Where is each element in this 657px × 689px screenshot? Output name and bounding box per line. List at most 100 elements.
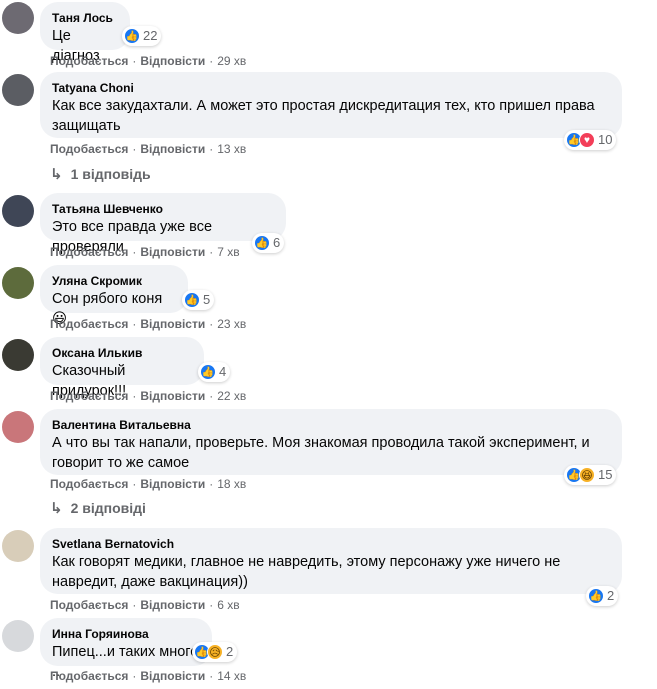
avatar[interactable] [2, 530, 34, 562]
like-link[interactable]: Подобається [50, 54, 128, 68]
timestamp[interactable]: 23 хв [217, 317, 246, 331]
comment-bubble: Инна Горяинова Пипец...и таких много .. [40, 618, 212, 680]
avatar[interactable] [2, 195, 34, 227]
separator: · [132, 389, 137, 403]
reactions-count: 10 [598, 132, 613, 147]
reply-arrow-icon: ↳ [50, 500, 63, 517]
reactions-count: 22 [143, 28, 158, 43]
comment-actions: Подобається · Відповісти · 23 хв [50, 316, 246, 332]
comment-actions: Подобається · Відповісти · 13 хв [50, 141, 246, 157]
avatar[interactable] [2, 339, 34, 371]
comment-actions: Подобається · Відповісти · 18 хв [50, 476, 246, 492]
comment-actions: Подобається · Відповісти · 29 хв [50, 53, 246, 69]
reply-link[interactable]: Відповісти [140, 669, 205, 683]
view-replies-link[interactable]: ↳ 1 відповідь [50, 165, 151, 184]
like-link[interactable]: Подобається [50, 477, 128, 491]
comment-actions: Подобається · Відповісти · 6 хв [50, 597, 240, 613]
reply-link[interactable]: Відповісти [140, 389, 205, 403]
reply-link[interactable]: Відповісти [140, 54, 205, 68]
timestamp[interactable]: 22 хв [217, 389, 246, 403]
reply-link[interactable]: Відповісти [140, 142, 205, 156]
like-link[interactable]: Подобається [50, 245, 128, 259]
separator: · [209, 317, 214, 331]
reactions-count: 5 [203, 292, 211, 307]
comment-actions: Подобається · Відповісти · 7 хв [50, 244, 240, 260]
avatar[interactable] [2, 74, 34, 106]
comment-author[interactable]: Валентина Витальевна [52, 417, 610, 433]
like-reaction-icon: 👍 [184, 292, 200, 308]
timestamp[interactable]: 18 хв [217, 477, 246, 491]
comment-bubble: Валентина Витальевна А что вы так напали… [40, 409, 622, 475]
like-reaction-icon: 👍 [254, 235, 270, 251]
like-link[interactable]: Подобається [50, 317, 128, 331]
avatar[interactable] [2, 620, 34, 652]
separator: · [132, 477, 137, 491]
like-reaction-icon: 👍 [588, 588, 604, 604]
reactions-count: 4 [219, 364, 227, 379]
comment-author[interactable]: Таня Лось [52, 10, 118, 26]
avatar[interactable] [2, 411, 34, 443]
comment-author[interactable]: Оксана Илькив [52, 345, 192, 361]
separator: · [132, 598, 137, 612]
comment-bubble: Оксана Илькив Сказочный придурок!!! [40, 337, 204, 399]
haha-reaction-icon: 😆 [579, 467, 595, 483]
reactions-summary[interactable]: 👍 😆 15 [564, 465, 617, 485]
like-link[interactable]: Подобається [50, 389, 128, 403]
comment-actions: Подобається · Відповісти · 14 хв [50, 668, 246, 684]
timestamp[interactable]: 7 хв [217, 245, 239, 259]
like-reaction-icon: 👍 [124, 28, 140, 44]
separator: · [209, 477, 214, 491]
timestamp[interactable]: 14 хв [217, 669, 246, 683]
reactions-summary[interactable]: 👍 6 [252, 233, 285, 253]
separator: · [209, 245, 214, 259]
reactions-summary[interactable]: 👍 5 [182, 290, 215, 310]
separator: · [132, 317, 137, 331]
reply-arrow-icon: ↳ [50, 166, 63, 183]
love-reaction-icon: ♥ [579, 132, 595, 148]
comment-actions: Подобається · Відповісти · 22 хв [50, 388, 246, 404]
comment-author[interactable]: Svetlana Bernatovich [52, 536, 610, 552]
like-reaction-icon: 👍 [200, 364, 216, 380]
comment-bubble: Татьяна Шевченко Это все правда уже все … [40, 193, 286, 255]
comment-bubble: Tatyana Choni Как все закудахтали. А мож… [40, 72, 622, 138]
like-link[interactable]: Подобається [50, 598, 128, 612]
comment-author[interactable]: Инна Горяинова [52, 626, 200, 642]
separator: · [132, 669, 137, 683]
comment-text: Как говорят медики, главное не навредить… [52, 554, 561, 590]
separator: · [132, 54, 137, 68]
comment-text: Как все закудахтали. А может это простая… [52, 98, 595, 134]
reactions-summary[interactable]: 👍 22 [122, 26, 162, 46]
separator: · [209, 389, 214, 403]
comment-author[interactable]: Уляна Скромик [52, 273, 176, 289]
view-replies-link[interactable]: ↳ 2 відповіді [50, 499, 146, 518]
separator: · [209, 142, 214, 156]
avatar[interactable] [2, 267, 34, 299]
replies-count[interactable]: 1 відповідь [71, 166, 151, 182]
reactions-count: 2 [607, 588, 615, 603]
replies-count[interactable]: 2 відповіді [71, 500, 146, 516]
like-link[interactable]: Подобається [50, 142, 128, 156]
comment-author[interactable]: Tatyana Choni [52, 80, 610, 96]
reply-link[interactable]: Відповісти [140, 477, 205, 491]
comment-bubble: Таня Лось Це діагноз [40, 2, 130, 64]
reactions-summary[interactable]: 👍 4 [198, 362, 231, 382]
separator: · [132, 142, 137, 156]
comment-bubble: Svetlana Bernatovich Как говорят медики,… [40, 528, 622, 594]
comment-author[interactable]: Татьяна Шевченко [52, 201, 274, 217]
separator: · [132, 245, 137, 259]
sad-reaction-icon: 😥 [207, 644, 223, 660]
reply-link[interactable]: Відповісти [140, 598, 205, 612]
timestamp[interactable]: 29 хв [217, 54, 246, 68]
comment-bubble: Уляна Скромик Сон рябого коня😃 [40, 265, 188, 327]
reactions-summary[interactable]: 👍 😥 2 [192, 642, 238, 662]
reply-link[interactable]: Відповісти [140, 317, 205, 331]
like-link[interactable]: Подобається [50, 669, 128, 683]
timestamp[interactable]: 13 хв [217, 142, 246, 156]
reactions-count: 15 [598, 467, 613, 482]
reactions-count: 2 [226, 644, 234, 659]
reply-link[interactable]: Відповісти [140, 245, 205, 259]
reactions-summary[interactable]: 👍 2 [586, 586, 619, 606]
avatar[interactable] [2, 2, 34, 34]
reactions-summary[interactable]: 👍 ♥ 10 [564, 130, 617, 150]
timestamp[interactable]: 6 хв [217, 598, 239, 612]
